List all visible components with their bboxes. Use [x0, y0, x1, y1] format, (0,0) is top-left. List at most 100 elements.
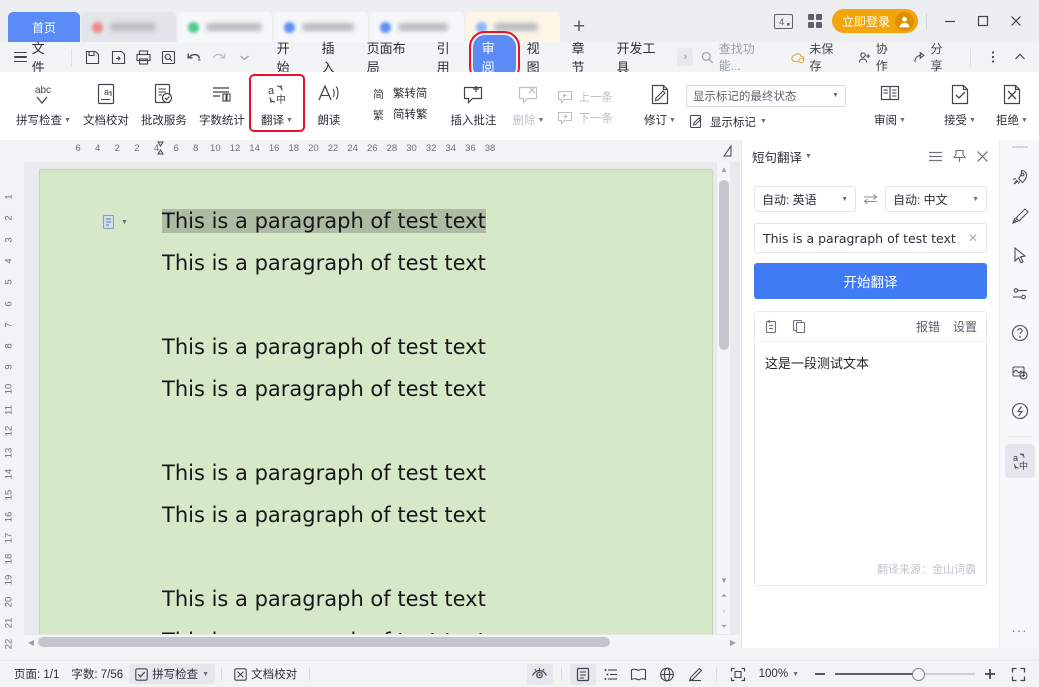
file-menu-button[interactable]: 文件 [8, 41, 63, 75]
document-line[interactable]: This is a paragraph of test text [40, 242, 712, 284]
doc-tab-1[interactable] [82, 12, 176, 42]
copy-icon[interactable] [792, 319, 806, 334]
list-icon[interactable] [928, 150, 943, 163]
rail-more-button[interactable]: ··· [1012, 623, 1028, 638]
sliders-icon[interactable] [1005, 277, 1035, 311]
tab-more-button[interactable]: › [677, 48, 694, 66]
doc-proofread-button[interactable]: a 文档校对 [77, 76, 135, 130]
minimize-button[interactable] [935, 8, 965, 34]
more-options-icon[interactable] [981, 45, 1006, 69]
pin-icon[interactable] [953, 149, 966, 163]
word-count-status[interactable]: 字数: 7/56 [65, 664, 129, 684]
trad-to-simp-button[interactable]: 简 繁转简 [369, 84, 431, 102]
previous-comment-button[interactable]: 上一条 [554, 88, 616, 106]
view-page-icon[interactable] [569, 663, 596, 685]
search-function-input[interactable]: 查找功能... [693, 40, 783, 74]
save-as-icon[interactable] [105, 45, 130, 69]
document-page[interactable]: ▼ This is a paragraph of test text This i… [40, 170, 712, 634]
document-canvas[interactable]: ▼ This is a paragraph of test text This i… [24, 162, 740, 634]
lightbulb-icon[interactable] [1005, 394, 1035, 428]
scroll-right-button[interactable]: ▶ [726, 635, 740, 649]
document-line[interactable]: This is a paragraph of test text [40, 326, 712, 368]
close-icon[interactable] [976, 150, 989, 163]
document-text[interactable]: This is a paragraph of test text This is … [40, 170, 712, 634]
save-state-indicator[interactable]: 未保存 [785, 38, 850, 76]
document-line[interactable]: This is a paragraph of test text [40, 368, 712, 410]
clear-icon[interactable]: ✕ [968, 231, 978, 245]
document-line[interactable]: This is a paragraph of test text [40, 200, 712, 242]
correction-service-button[interactable]: 批改服务 [135, 76, 193, 130]
cursor-icon[interactable] [1005, 238, 1035, 272]
next-page-button[interactable]: ⏷ [721, 622, 727, 632]
insert-icon[interactable] [764, 319, 778, 334]
scroll-down-button[interactable]: ▼ [720, 576, 728, 585]
doc-tab-2[interactable] [178, 12, 272, 42]
scroll-up-button[interactable]: ▲ [717, 162, 731, 177]
markup-display-select[interactable]: 显示标记的最终状态 ▼ [685, 84, 846, 107]
select-browse-object-button[interactable]: ▫ [723, 607, 726, 616]
translate-icon[interactable]: a中 [1004, 444, 1035, 478]
review-pane-button[interactable]: 审阅 ▼ [864, 76, 916, 130]
simp-to-trad-button[interactable]: 繁 简转繁 [369, 105, 431, 123]
view-markup-icon[interactable] [682, 664, 708, 685]
target-language-select[interactable]: 自动: 中文 ▼ [885, 186, 987, 212]
word-count-button[interactable]: 字数统计 [193, 76, 251, 130]
previous-page-button[interactable]: ⏶ [721, 591, 727, 601]
image-tools-icon[interactable] [1005, 355, 1035, 389]
translate-button[interactable]: a中 翻译 ▼ [248, 74, 305, 132]
report-error-link[interactable]: 报错 [916, 318, 940, 335]
document-line[interactable]: This is a paragraph of test text [40, 494, 712, 536]
close-button[interactable] [1001, 8, 1031, 34]
login-button[interactable]: 立即登录 [831, 9, 918, 33]
zoom-in-button[interactable] [977, 664, 1003, 685]
rocket-icon[interactable] [1005, 160, 1035, 194]
help-icon[interactable] [1005, 316, 1035, 350]
paragraph-mark-button[interactable]: ▼ [102, 214, 128, 231]
tab-count-icon[interactable]: 4 [770, 8, 798, 34]
start-translate-button[interactable]: 开始翻译 [754, 263, 987, 299]
read-aloud-button[interactable]: 朗读 [303, 76, 355, 130]
redo-icon[interactable] [207, 45, 232, 69]
insert-comment-button[interactable]: 插入批注 [444, 76, 502, 130]
fit-page-icon[interactable] [725, 664, 751, 685]
document-line[interactable]: This is a paragraph of test text [40, 578, 712, 620]
fullscreen-icon[interactable] [1005, 664, 1031, 685]
horizontal-ruler[interactable]: 6 4 2 2 4 6 8 10 12 14 16 18 20 22 24 26 28 30 32 34 36 38 [0, 140, 740, 162]
reject-button[interactable]: 拒绝 ▼ [986, 76, 1038, 130]
view-reading-icon[interactable] [626, 664, 652, 685]
share-button[interactable]: 分享 [907, 38, 960, 76]
accept-button[interactable]: 接受 ▼ [934, 76, 986, 130]
print-preview-icon[interactable] [156, 45, 181, 69]
settings-link[interactable]: 设置 [953, 318, 977, 335]
horizontal-scrollbar[interactable]: ◀ ▶ [24, 634, 740, 648]
scroll-left-button[interactable]: ◀ [24, 635, 38, 649]
maximize-button[interactable] [968, 8, 998, 34]
collapse-ribbon-icon[interactable] [1008, 45, 1033, 69]
page-info[interactable]: 页面: 1/1 [8, 664, 65, 684]
brush-icon[interactable] [1005, 199, 1035, 233]
view-web-icon[interactable] [654, 664, 680, 685]
track-changes-button[interactable]: 修订 ▼ [634, 76, 686, 130]
tab-grid-icon[interactable] [801, 8, 829, 34]
source-text-input[interactable]: This is a paragraph of test text ✕ [754, 223, 987, 253]
swap-icon[interactable] [863, 193, 878, 205]
vertical-ruler[interactable]: 1 2 3 4 5 6 7 8 9 10 11 12 13 14 15 16 17 18 19 20 21 22 [0, 162, 24, 650]
spell-check-status[interactable]: 拼写检查 ▼ [129, 664, 216, 684]
next-comment-button[interactable]: 下一条 [554, 109, 616, 127]
view-outline-icon[interactable] [598, 664, 624, 685]
customize-quick-access-icon[interactable] [232, 45, 257, 69]
spell-check-button[interactable]: abc 拼写检查 ▼ [10, 76, 77, 130]
delete-comment-button[interactable]: 删除 ▼ [502, 76, 554, 130]
save-icon[interactable] [80, 45, 105, 69]
document-line[interactable]: This is a paragraph of test text [40, 452, 712, 494]
zoom-slider[interactable] [835, 667, 975, 681]
translate-panel-title-dropdown[interactable]: 短句翻译 ▼ [752, 147, 812, 166]
zoom-slider-handle[interactable] [912, 667, 925, 681]
vertical-scrollbar[interactable]: ▲ ▼ ⏶ ▫ ⏷ [716, 162, 730, 634]
vertical-scrollbar-thumb[interactable] [719, 180, 729, 350]
horizontal-scrollbar-thumb[interactable] [38, 637, 610, 647]
rail-grip[interactable] [1011, 146, 1028, 148]
zoom-out-button[interactable] [807, 664, 833, 685]
undo-icon[interactable] [182, 45, 207, 69]
document-line[interactable]: This is a paragraph of test text [40, 620, 712, 634]
